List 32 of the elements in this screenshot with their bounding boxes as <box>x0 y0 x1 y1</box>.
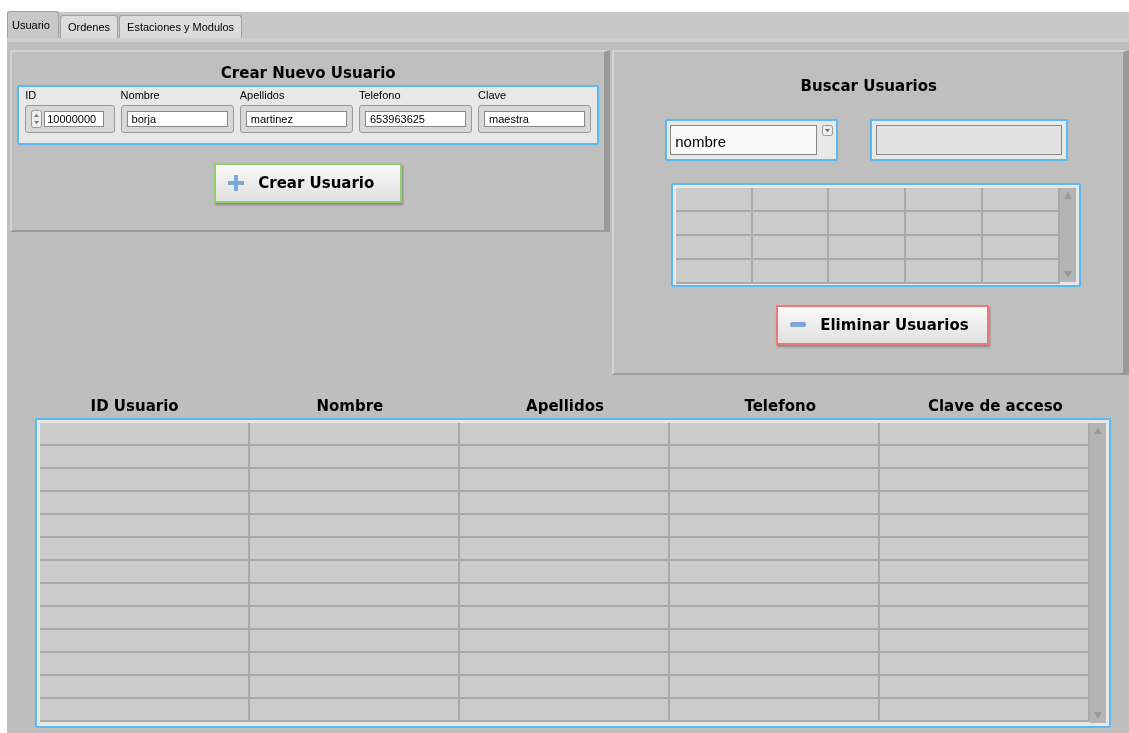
search-field[interactable] <box>870 119 1069 161</box>
create-user-button[interactable]: Crear Usuario <box>214 163 403 203</box>
text-input[interactable]: 653963625 <box>364 111 467 127</box>
minus-icon <box>790 322 807 328</box>
scroll-up-icon[interactable] <box>1063 192 1072 199</box>
field-label: ID <box>25 89 38 102</box>
field-label: Telefono <box>358 89 402 102</box>
panel-title: Crear Nuevo Usuario <box>220 64 396 82</box>
field-label: Apellidos <box>239 89 286 102</box>
column-header: Nombre <box>315 397 385 415</box>
filter-dropdown[interactable]: nombre <box>665 119 839 161</box>
field-label: Clave <box>478 89 508 102</box>
plus-icon <box>228 175 245 191</box>
scroll-down-icon[interactable] <box>1094 712 1102 719</box>
column-header: Apellidos <box>525 397 605 415</box>
text-input[interactable]: borja <box>126 111 228 127</box>
tab[interactable]: Estaciones y Modulos <box>119 15 243 38</box>
scroll-up-icon[interactable] <box>1094 427 1102 434</box>
panel-title: Buscar Usuarios <box>800 77 937 95</box>
field-label: Nombre <box>120 89 161 102</box>
tab[interactable]: Usuario <box>7 11 59 38</box>
delete-users-button[interactable]: Eliminar Usuarios <box>776 305 990 345</box>
spinner-arrows-icon[interactable] <box>31 110 43 128</box>
scrollbar[interactable] <box>1090 423 1106 723</box>
scroll-down-icon[interactable] <box>1063 271 1072 278</box>
column-header: Telefono <box>743 397 817 415</box>
column-header: ID Usuario <box>89 397 180 415</box>
text-input[interactable]: maestra <box>484 111 586 127</box>
tab[interactable]: Ordenes <box>59 15 119 38</box>
column-header: Clave de acceso <box>926 397 1064 415</box>
id-input[interactable]: 10000000 <box>44 111 105 127</box>
text-input[interactable]: martinez <box>245 111 347 127</box>
